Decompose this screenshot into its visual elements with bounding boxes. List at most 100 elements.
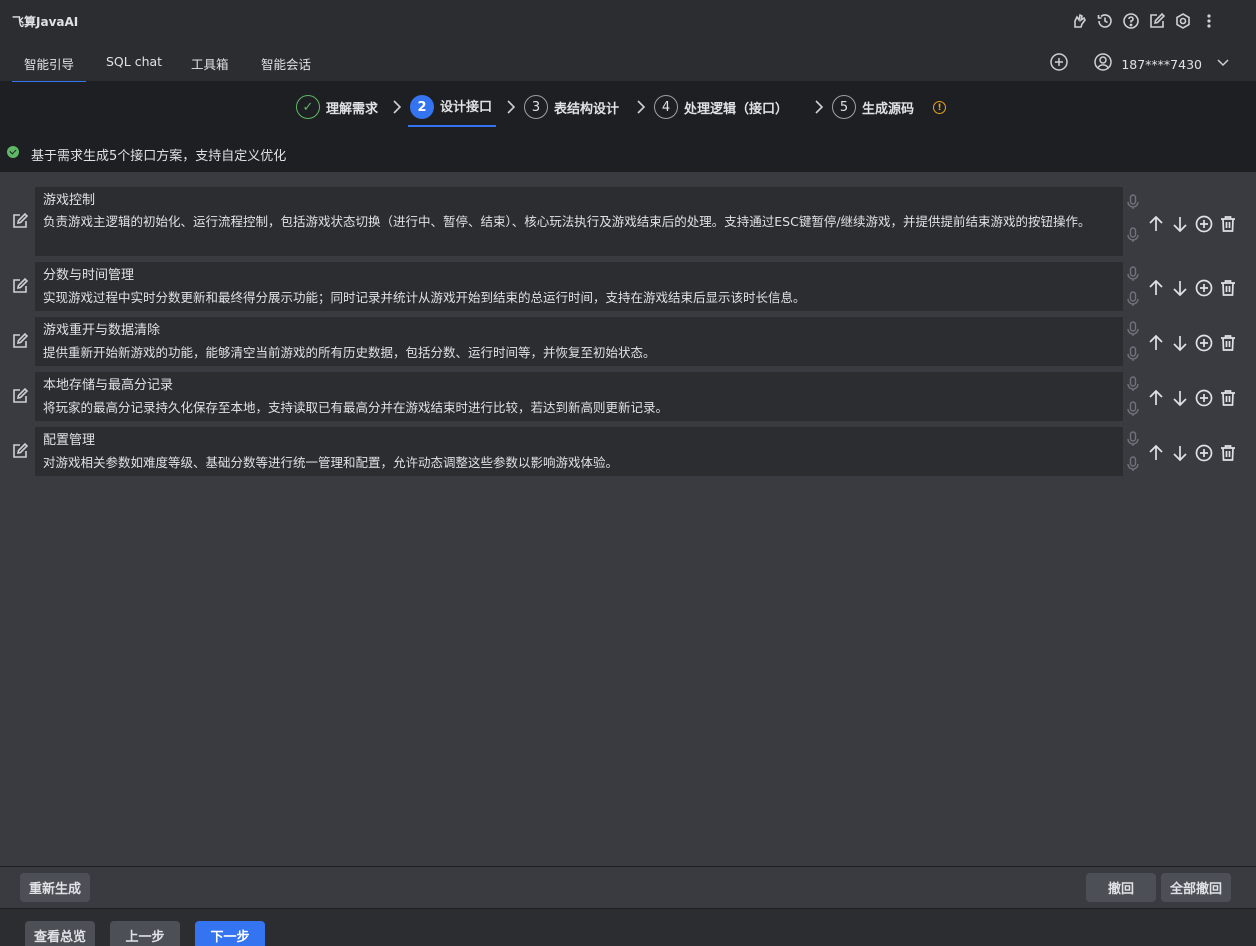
edit-icon[interactable] [1146,10,1168,32]
edit-icon[interactable] [11,277,29,295]
interface-card[interactable]: 配置管理 对游戏相关参数如难度等级、基础分数等进行统一管理和配置，允许动态调整这… [35,427,1123,476]
move-down-icon[interactable] [1170,443,1190,463]
step-label: 理解需求 [326,101,379,117]
info-icon[interactable]: ! [933,101,946,114]
edit-icon[interactable] [11,332,29,350]
interface-title: 游戏控制 [43,193,96,208]
interface-description: 提供重新开始新游戏的功能，能够清空当前游戏的所有历史数据，包括分数、运行时间等，… [43,345,656,360]
row-actions [1146,443,1238,463]
tab-smart-guide[interactable]: 智能引导 [11,54,87,83]
move-down-icon[interactable] [1170,388,1190,408]
menu-bar: 智能引导 SQL chat 工具箱 智能会话 187****7430 [0,42,1256,83]
move-up-icon[interactable] [1146,214,1166,234]
plugin-icon[interactable] [1068,10,1090,32]
microphone-icon[interactable] [1126,376,1140,392]
delete-icon[interactable] [1218,333,1238,353]
chevron-right-icon [636,100,646,114]
step-generate-source[interactable]: 5 生成源码 [832,95,914,119]
tab-toolbox[interactable]: 工具箱 [191,54,229,73]
more-icon[interactable] [1198,10,1220,32]
step-design-interface[interactable]: 2 设计接口 [407,95,497,127]
interface-title: 分数与时间管理 [43,268,135,283]
move-down-icon[interactable] [1170,214,1190,234]
microphone-icon[interactable] [1126,321,1140,337]
interface-card[interactable]: 本地存储与最高分记录 将玩家的最高分记录持久化保存至本地，支持读取已有最高分并在… [35,372,1123,421]
move-up-icon[interactable] [1146,333,1166,353]
undo-button[interactable]: 撤回 [1086,873,1156,902]
next-step-button[interactable]: 下一步 [195,921,265,946]
chevron-right-icon [814,100,824,114]
interface-description: 将玩家的最高分记录持久化保存至本地，支持读取已有最高分并在游戏结束时进行比较，若… [43,400,669,415]
add-icon[interactable] [1194,214,1214,234]
settings-icon[interactable] [1172,10,1194,32]
notice-text: 基于需求生成5个接口方案，支持自定义优化 [31,149,287,164]
menu-right: 187****7430 [1049,52,1230,76]
history-icon[interactable] [1094,10,1116,32]
interface-description: 负责游戏主逻辑的初始化、运行流程控制，包括游戏状态切换（进行中、暂停、结束）、核… [43,214,1091,229]
add-icon[interactable] [1194,443,1214,463]
row-actions [1146,388,1238,408]
step-number: 3 [524,95,548,119]
step-process-logic[interactable]: 4 处理逻辑（接口） [654,95,788,119]
navigation-bar: 查看总览 上一步 下一步 [0,908,1256,946]
title-bar: 飞算JavaAI [0,0,1256,42]
previous-step-button[interactable]: 上一步 [110,921,180,946]
microphone-icon[interactable] [1126,456,1140,472]
interface-list: 游戏控制 负责游戏主逻辑的初始化、运行流程控制，包括游戏状态切换（进行中、暂停、… [0,172,1256,866]
move-down-icon[interactable] [1170,333,1190,353]
add-icon[interactable] [1194,388,1214,408]
edit-icon[interactable] [11,387,29,405]
move-up-icon[interactable] [1146,278,1166,298]
edit-icon[interactable] [11,212,29,230]
app-title: 飞算JavaAI [12,15,79,29]
step-number: 5 [832,95,856,119]
step-indicator: ✓ 理解需求 2 设计接口 3 表结构设计 4 处理逻辑（接口） 5 生成源码 … [0,82,1256,132]
tab-smart-chat[interactable]: 智能会话 [261,54,311,73]
add-icon[interactable] [1049,52,1069,76]
microphone-icon[interactable] [1126,431,1140,447]
step-label: 设计接口 [440,99,493,115]
delete-icon[interactable] [1218,278,1238,298]
chevron-right-icon [506,100,516,114]
success-icon [7,146,19,158]
interface-title: 配置管理 [43,433,96,448]
interface-description: 实现游戏过程中实时分数更新和最终得分展示功能；同时记录并统计从游戏开始到结束的总… [43,290,806,305]
move-up-icon[interactable] [1146,443,1166,463]
user-icon[interactable] [1093,52,1113,76]
microphone-icon[interactable] [1126,194,1140,210]
interface-card[interactable]: 游戏重开与数据清除 提供重新开始新游戏的功能，能够清空当前游戏的所有历史数据，包… [35,317,1123,366]
tab-sql-chat[interactable]: SQL chat [106,54,162,69]
delete-icon[interactable] [1218,388,1238,408]
move-up-icon[interactable] [1146,388,1166,408]
chevron-down-icon[interactable] [1216,55,1230,73]
step-table-design[interactable]: 3 表结构设计 [524,95,619,119]
step-number: 4 [654,95,678,119]
microphone-icon[interactable] [1126,227,1140,243]
row-actions [1146,214,1238,234]
row-actions [1146,333,1238,353]
interface-description: 对游戏相关参数如难度等级、基础分数等进行统一管理和配置，允许动态调整这些参数以影… [43,455,619,470]
add-icon[interactable] [1194,278,1214,298]
microphone-icon[interactable] [1126,266,1140,282]
interface-title: 游戏重开与数据清除 [43,323,161,338]
overview-button[interactable]: 查看总览 [25,921,95,946]
interface-card[interactable]: 分数与时间管理 实现游戏过程中实时分数更新和最终得分展示功能；同时记录并统计从游… [35,262,1123,311]
user-account[interactable]: 187****7430 [1121,57,1202,72]
edit-icon[interactable] [11,442,29,460]
regenerate-button[interactable]: 重新生成 [20,873,90,902]
chevron-right-icon [392,100,402,114]
delete-icon[interactable] [1218,443,1238,463]
move-down-icon[interactable] [1170,278,1190,298]
microphone-icon[interactable] [1126,291,1140,307]
add-icon[interactable] [1194,333,1214,353]
microphone-icon[interactable] [1126,346,1140,362]
delete-icon[interactable] [1218,214,1238,234]
step-understand-requirements[interactable]: ✓ 理解需求 [296,95,378,119]
microphone-icon[interactable] [1126,401,1140,417]
step-label: 处理逻辑（接口） [684,101,789,117]
interface-card[interactable]: 游戏控制 负责游戏主逻辑的初始化、运行流程控制，包括游戏状态切换（进行中、暂停、… [35,187,1123,256]
step-label: 表结构设计 [554,101,620,117]
help-icon[interactable] [1120,10,1142,32]
edit-action-bar: 重新生成 撤回 全部撤回 [0,866,1256,908]
undo-all-button[interactable]: 全部撤回 [1161,873,1231,902]
